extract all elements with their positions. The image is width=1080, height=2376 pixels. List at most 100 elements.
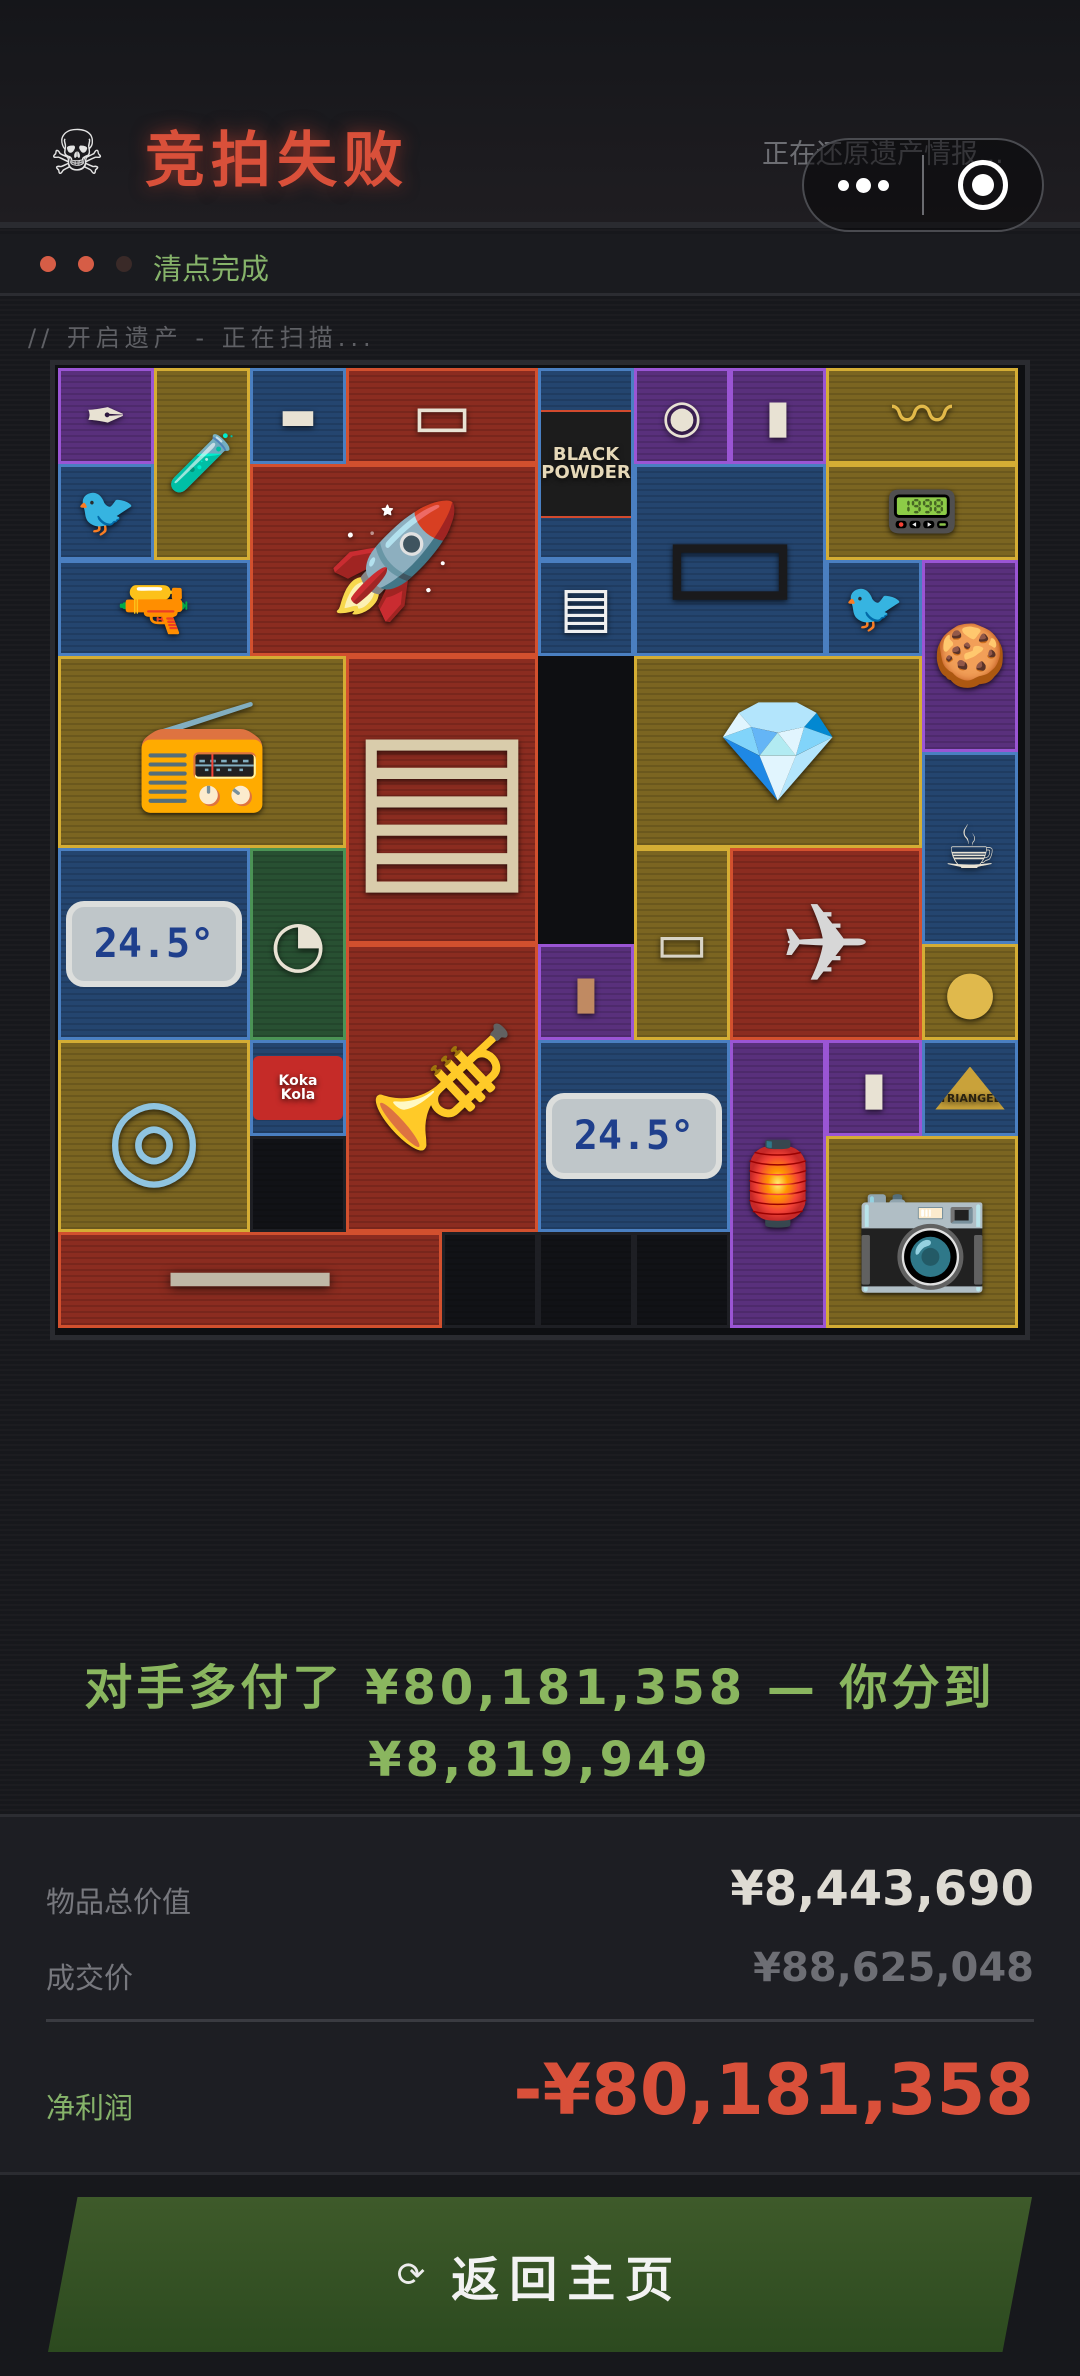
loot-item-gold-coin[interactable]: ● xyxy=(922,944,1018,1040)
loot-item-chip-bag[interactable]: ▮ xyxy=(538,944,634,1040)
loot-item-server-rack[interactable]: ▤ xyxy=(346,656,538,944)
empty-slot xyxy=(634,1232,730,1328)
gold-coin-icon: ● xyxy=(943,957,997,1027)
loot-item-bird-statue-2[interactable]: 🐦 xyxy=(826,560,922,656)
radio-station-icon: 📻 xyxy=(133,688,271,816)
empty-slot xyxy=(442,1232,538,1328)
bird-statue-icon: 🐦 xyxy=(844,580,904,636)
loot-item-drone[interactable]: ✈ xyxy=(730,848,922,1040)
page-title: 竞拍失败 xyxy=(145,126,409,196)
loot-item-jewel-necklace[interactable]: 💎 xyxy=(634,656,922,848)
loot-item-thermometer[interactable]: 24.5° xyxy=(58,848,250,1040)
summary-panel: 物品总价值 ¥8,443,690 成交价 ¥88,625,048 净利润 -¥8… xyxy=(0,1817,1080,2172)
jewel-necklace-icon: 💎 xyxy=(715,693,841,810)
loot-item-coffee-pot[interactable]: ☕ xyxy=(922,752,1018,944)
more-dot-icon xyxy=(877,179,889,191)
musket-icon: ━ xyxy=(172,1233,328,1326)
miniprogram-capsule xyxy=(802,138,1044,232)
status-row: 清点完成 xyxy=(0,234,1080,296)
progress-dot-3 xyxy=(116,256,132,272)
loot-item-pen[interactable]: ✒ xyxy=(58,368,154,464)
loot-item-tin-can[interactable]: ◉ xyxy=(634,368,730,464)
loot-item-pressure-gauge[interactable]: ◔ xyxy=(250,848,346,1040)
loot-item-lantern[interactable]: 🏮 xyxy=(730,1040,826,1328)
loot-item-camera[interactable]: 📷 xyxy=(826,1136,1018,1328)
net-profit-label: 净利润 xyxy=(46,2091,134,2125)
thermometer-display: 24.5° xyxy=(545,1093,723,1179)
skull-icon: ☠ xyxy=(49,116,105,189)
loot-item-gingerbread[interactable]: 🍪 xyxy=(922,560,1018,752)
usb-drive-icon: ▬ xyxy=(279,393,317,439)
close-miniprogram-button[interactable] xyxy=(924,140,1042,230)
summary-divider xyxy=(46,2019,1034,2022)
tin-can-icon: ◉ xyxy=(661,389,703,443)
deal-price-value: ¥88,625,048 xyxy=(753,1945,1034,1991)
pressure-gauge-icon: ◔ xyxy=(270,907,326,981)
deal-price-label: 成交价 xyxy=(46,1961,134,1995)
test-tube-icon: 🧪 xyxy=(167,431,237,496)
scan-label: // 开启遗产 - 正在扫描... xyxy=(28,324,376,352)
loot-item-memory-card-2[interactable]: ▮ xyxy=(826,1040,922,1136)
loot-item-laurel-crown[interactable]: 〰 xyxy=(826,368,1018,464)
loot-item-cigarettes[interactable]: ▤ xyxy=(538,560,634,656)
loot-item-radio-station[interactable]: 📻 xyxy=(58,656,346,848)
memory-card-icon: ▮ xyxy=(861,1061,887,1115)
coffee-pot-icon: ☕ xyxy=(943,813,997,883)
progress-dot-2 xyxy=(78,256,94,272)
cola-can-label: Koka Kola xyxy=(253,1056,343,1120)
cable-reel-icon: ◎ xyxy=(106,1072,202,1200)
more-dot-icon xyxy=(837,179,849,191)
thermometer-display: 24.5° xyxy=(65,901,243,987)
return-home-label: 返回主页 xyxy=(451,2251,684,2308)
header: ☠ 竞拍失败 正在还原遗产情报... xyxy=(0,0,1080,232)
camera-icon: 📷 xyxy=(853,1168,991,1296)
loot-item-tablet[interactable]: ▭ xyxy=(634,464,826,656)
empty-slot xyxy=(538,1232,634,1328)
result-message: 对手多付了 ¥80,181,358 — 你分到 ¥8,819,949 xyxy=(84,1660,996,1788)
more-dot-icon xyxy=(855,177,871,193)
loot-item-usb-drive[interactable]: ▬ xyxy=(250,368,346,464)
memory-card-icon: ▮ xyxy=(765,389,791,443)
refresh-icon: ⟳ xyxy=(396,2254,426,2295)
gingerbread-icon: 🍪 xyxy=(932,621,1008,691)
loot-item-gramophone[interactable]: 🎺 xyxy=(346,944,538,1232)
status-text: 清点完成 xyxy=(153,252,270,286)
total-value: ¥8,443,690 xyxy=(730,1861,1034,1917)
lantern-icon: 🏮 xyxy=(730,1137,826,1230)
paper-note-icon: ▭ xyxy=(655,911,709,976)
return-home-button[interactable]: ⟳ 返回主页 xyxy=(48,2197,1032,2352)
rifles-icon: 🔫 xyxy=(116,573,192,643)
loot-item-triangle-box[interactable]: TRIANGEL xyxy=(922,1040,1018,1136)
server-rack-icon: ▤ xyxy=(347,683,537,916)
loot-item-missile[interactable]: 🚀 xyxy=(250,464,538,656)
loot-item-test-tube[interactable]: 🧪 xyxy=(154,368,250,560)
more-options-button[interactable] xyxy=(804,140,922,230)
empty-slot xyxy=(250,1136,346,1232)
loot-item-memory-card[interactable]: ▮ xyxy=(730,368,826,464)
net-profit-value: -¥80,181,358 xyxy=(513,2049,1034,2131)
black-powder-label: BLACK POWDER xyxy=(541,410,631,518)
loot-item-rifles[interactable]: 🔫 xyxy=(58,560,250,656)
loot-item-bird-statue[interactable]: 🐦 xyxy=(58,464,154,560)
target-icon xyxy=(958,160,1008,210)
radio-device-icon: 📟 xyxy=(884,477,960,547)
loot-item-tablet-device[interactable]: ▭ xyxy=(346,368,538,464)
cigarettes-icon: ▤ xyxy=(559,575,613,640)
footer: ⟳ 返回主页 xyxy=(0,2172,1080,2376)
missile-icon: 🚀 xyxy=(325,496,463,624)
pen-icon: ✒ xyxy=(85,387,127,445)
chip-bag-icon: ▮ xyxy=(573,965,599,1019)
progress-dot-1 xyxy=(40,256,56,272)
laurel-crown-icon: 〰 xyxy=(892,381,952,451)
triangle-box-label: TRIANGEL xyxy=(935,1066,1005,1110)
loot-grid: ✒ 🧪 ▬ ▭ BLACK POWDER ◉ ▮ 〰 🐦 🚀 ▭ 📟 🔫 ▤ 🐦… xyxy=(50,360,1030,1340)
loot-item-cola-can[interactable]: Koka Kola xyxy=(250,1040,346,1136)
loot-item-cable-reel[interactable]: ◎ xyxy=(58,1040,250,1232)
loot-item-thermometer-2[interactable]: 24.5° xyxy=(538,1040,730,1232)
total-value-label: 物品总价值 xyxy=(46,1885,192,1919)
loot-item-radio-device[interactable]: 📟 xyxy=(826,464,1018,560)
loot-item-black-powder[interactable]: BLACK POWDER xyxy=(538,368,634,560)
loot-item-paper-note[interactable]: ▭ xyxy=(634,848,730,1040)
drone-icon: ✈ xyxy=(779,880,873,1008)
loot-item-musket[interactable]: ━ xyxy=(58,1232,442,1328)
